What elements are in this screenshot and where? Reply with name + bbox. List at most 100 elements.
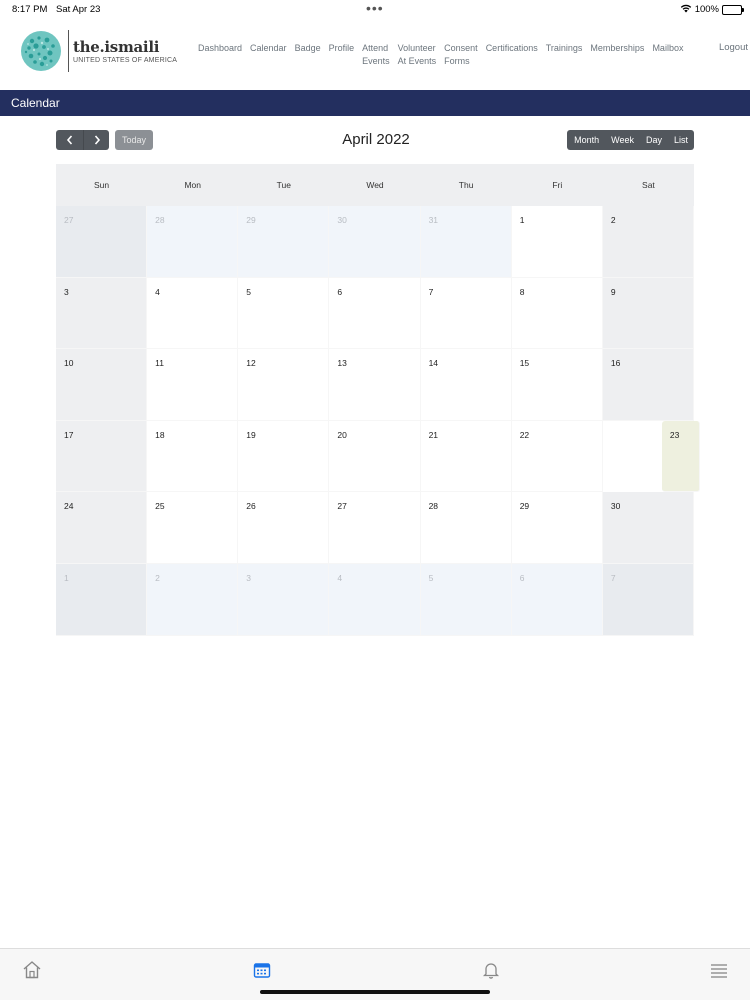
chevron-right-icon (94, 135, 100, 145)
home-indicator[interactable] (260, 990, 490, 994)
status-date: Sat Apr 23 (56, 4, 101, 15)
next-month-button[interactable] (83, 130, 109, 150)
calendar-weeks: 27 28 29 30 31 1 2 3 4 5 6 7 8 9 10 11 12 13 14 15 16 17 18 19 2… (56, 206, 700, 636)
day-number: 10 (64, 358, 74, 369)
home-icon[interactable] (21, 959, 43, 981)
day-number: 7 (610, 572, 616, 583)
day-cell[interactable]: 9 (602, 277, 694, 350)
nav-item-trainings[interactable]: Trainings (546, 42, 583, 68)
day-number: 31 (428, 215, 439, 225)
view-list-button[interactable]: List (667, 130, 694, 150)
nav-item-consent-forms[interactable]: Consent Forms (444, 42, 478, 68)
bell-icon[interactable] (480, 959, 502, 981)
nav-item-dashboard[interactable]: Dashboard (198, 42, 242, 68)
day-number: 25 (155, 501, 165, 512)
day-cell[interactable]: 30 (602, 492, 694, 564)
nav-item-calendar[interactable]: Calendar (250, 42, 287, 68)
today-day-cell[interactable]: 23 (661, 420, 700, 493)
nav-item-memberships[interactable]: Memberships (590, 42, 644, 68)
view-day-button[interactable]: Day (639, 130, 668, 150)
day-cell[interactable]: 18 (147, 420, 239, 493)
day-number: 12 (246, 358, 256, 369)
nav-item-attend-events[interactable]: Attend Events (362, 42, 390, 68)
day-cell[interactable]: 27 (56, 206, 148, 278)
day-cell[interactable]: 11 (147, 349, 239, 421)
day-cell[interactable]: 15 (511, 349, 603, 421)
day-cell[interactable]: 10 (56, 349, 148, 421)
day-cell[interactable]: 14 (420, 349, 512, 421)
day-cell[interactable]: 4 (329, 563, 421, 636)
calendar-icon[interactable] (251, 959, 273, 981)
day-cell[interactable]: 6 (329, 277, 421, 350)
day-cell[interactable]: 2 (602, 206, 694, 278)
day-cell[interactable]: 17 (56, 420, 148, 493)
day-cell[interactable]: 1 (56, 563, 148, 636)
day-cell[interactable]: 28 (147, 206, 239, 278)
day-cell[interactable]: 7 (602, 563, 694, 636)
nav-item-profile[interactable]: Profile (329, 42, 355, 68)
day-cell[interactable]: 21 (420, 420, 512, 493)
day-cell[interactable]: 26 (238, 492, 330, 564)
day-number: 18 (155, 429, 165, 440)
day-cell[interactable]: 16 (602, 349, 694, 421)
day-cell[interactable]: 30 (329, 206, 421, 278)
logout-link[interactable]: Logout (719, 42, 748, 53)
weekday-label: Wed (366, 180, 384, 190)
multitasking-dots[interactable]: ••• (366, 0, 384, 16)
day-cell[interactable]: 19 (238, 420, 330, 493)
day-cell[interactable]: 29 (511, 492, 603, 564)
day-cell[interactable]: 25 (147, 492, 239, 564)
weekday-label: Thu (458, 180, 474, 190)
day-cell[interactable]: 20 (329, 420, 421, 493)
main-nav: Dashboard Calendar Badge Profile Attend … (198, 42, 691, 68)
calendar-toolbar: Today April 2022 Month Week Day List (56, 130, 694, 150)
day-cell[interactable]: 2 (147, 563, 239, 636)
nav-item-mailbox[interactable]: Mailbox (652, 42, 683, 68)
day-cell[interactable]: 31 (420, 206, 512, 278)
day-number: 1 (64, 572, 69, 583)
nav-item-certifications[interactable]: Certifications (486, 42, 538, 68)
day-number: 22 (519, 429, 530, 440)
day-cell[interactable]: 4 (147, 277, 239, 350)
nav-item-volunteer-at-events[interactable]: Volunteer At Events (398, 42, 437, 68)
day-cell[interactable]: 22 (511, 420, 603, 493)
day-number: 4 (155, 286, 160, 297)
day-cell[interactable]: 3 (56, 277, 148, 350)
day-number: 9 (610, 286, 616, 297)
day-cell[interactable]: 1 (511, 206, 603, 278)
today-button[interactable]: Today (115, 130, 153, 150)
chevron-left-icon (66, 135, 72, 145)
weekday-label: Mon (184, 180, 201, 190)
nav-item-badge[interactable]: Badge (295, 42, 321, 68)
battery-icon (722, 4, 744, 15)
day-number: 26 (246, 501, 256, 512)
weekday-label: Fri (552, 180, 563, 190)
day-cell[interactable]: 3 (238, 563, 330, 636)
day-cell[interactable]: 12 (238, 349, 330, 421)
day-cell[interactable]: 8 (511, 277, 603, 350)
view-week-button[interactable]: Week (605, 130, 640, 150)
current-month-title: April 2022 (342, 131, 410, 148)
day-cell[interactable]: 7 (420, 277, 512, 350)
prev-month-button[interactable] (56, 130, 83, 150)
day-number: 24 (64, 501, 74, 512)
day-number: 27 (64, 215, 74, 225)
view-month-button[interactable]: Month (567, 130, 606, 150)
day-cell[interactable]: 28 (420, 492, 512, 564)
day-cell[interactable]: 24 (56, 492, 148, 564)
day-number: 16 (610, 358, 621, 369)
day-number: 3 (64, 286, 69, 297)
day-cell[interactable]: 6 (511, 563, 603, 636)
page-title: Calendar (0, 90, 750, 116)
day-cell[interactable]: 29 (238, 206, 330, 278)
day-number: 1 (519, 215, 525, 225)
globe-logo-icon (20, 30, 62, 72)
day-cell[interactable]: 13 (329, 349, 421, 421)
day-cell[interactable]: 5 (420, 563, 512, 636)
day-number: 29 (246, 215, 256, 225)
day-cell[interactable]: 27 (329, 492, 421, 564)
day-number: 20 (337, 429, 347, 440)
day-cell[interactable]: 5 (238, 277, 330, 350)
menu-icon[interactable] (708, 959, 730, 981)
brand-logo[interactable]: the.ismaili UNITED STATES OF AMERICA (20, 30, 177, 72)
